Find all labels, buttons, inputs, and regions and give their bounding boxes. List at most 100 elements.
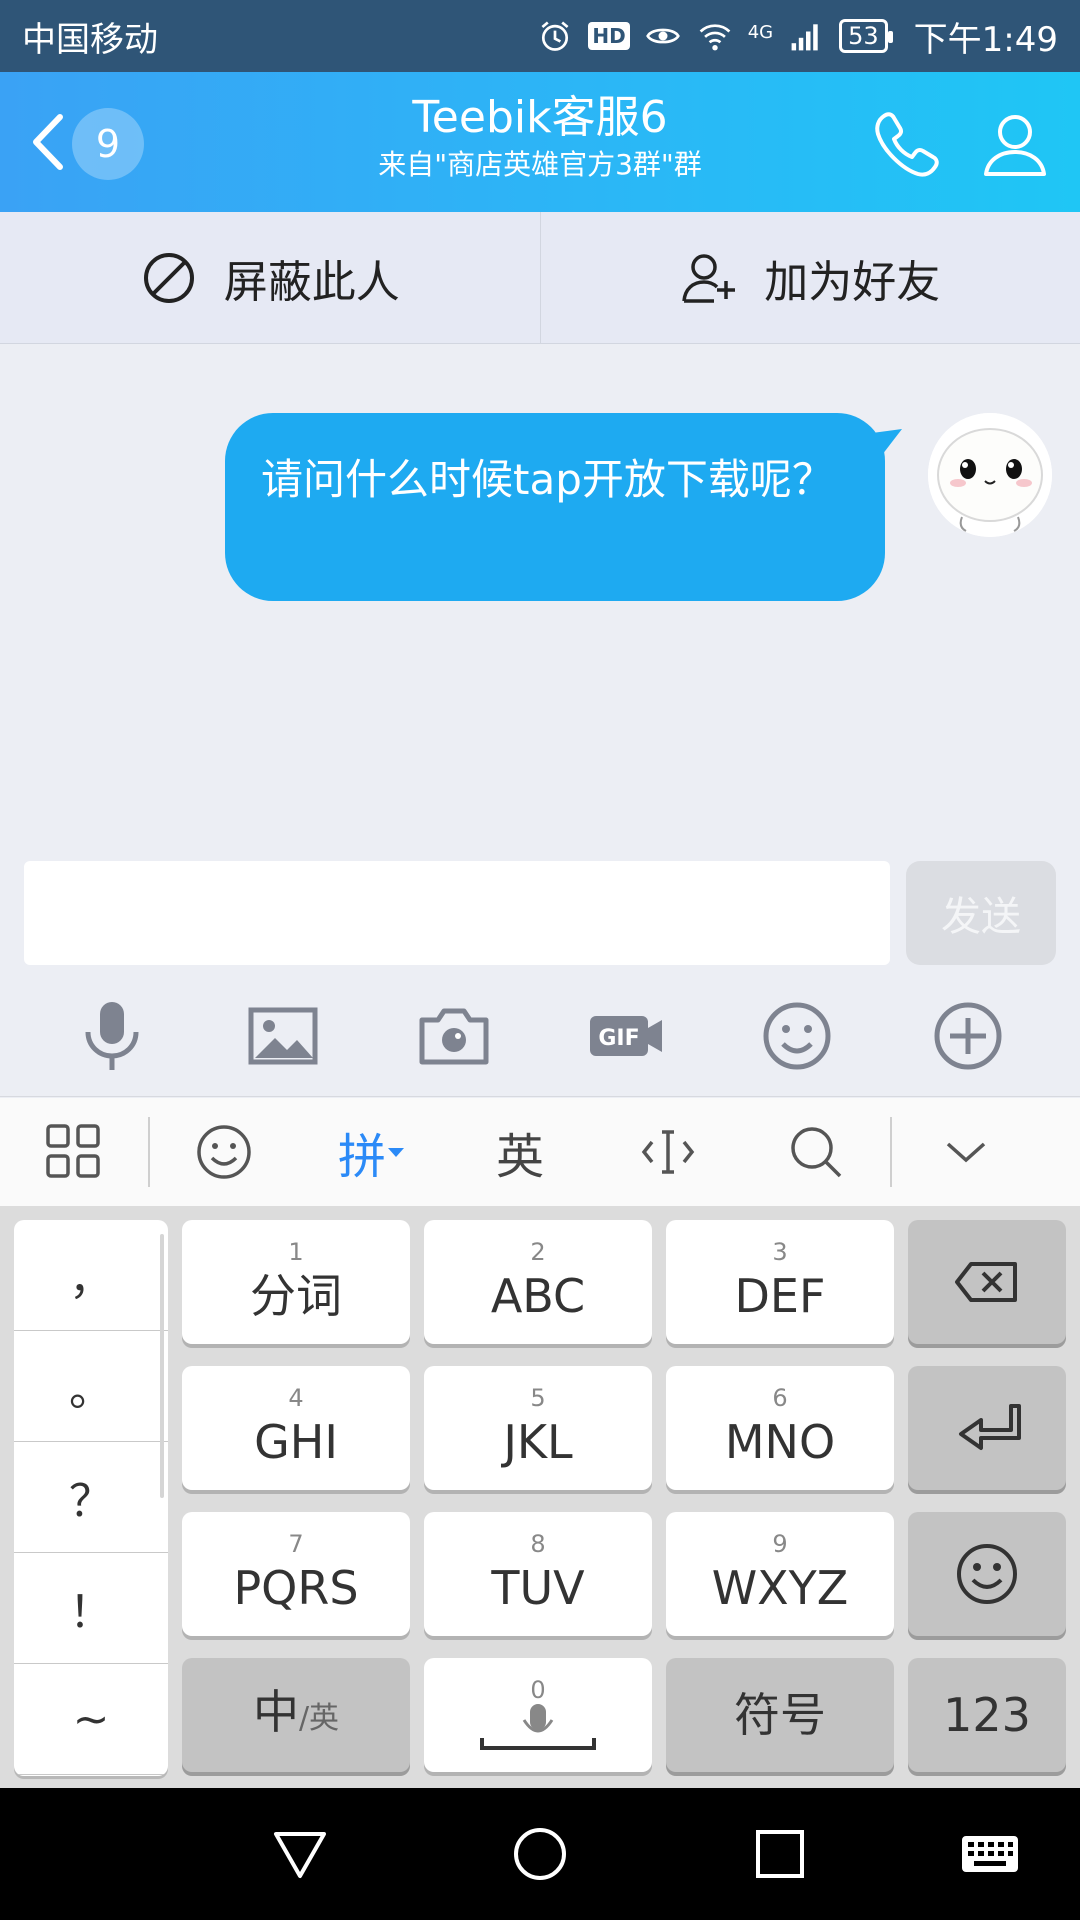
- circle-home-icon: [514, 1828, 566, 1880]
- nav-home-button[interactable]: [508, 1822, 572, 1886]
- key-number: 6: [772, 1384, 788, 1412]
- grid-icon: [46, 1124, 100, 1178]
- system-nav-bar: [0, 1788, 1080, 1920]
- more-button[interactable]: [930, 998, 1006, 1074]
- microphone-icon: [85, 1001, 139, 1070]
- punct-question-key[interactable]: ？: [14, 1442, 168, 1553]
- punct-exclaim-key[interactable]: ！: [14, 1553, 168, 1664]
- network-type: 4G: [747, 21, 774, 43]
- chat-subtitle: 来自"商店英雄官方3群"群: [378, 148, 702, 181]
- key-number: 9: [772, 1530, 788, 1558]
- hd-icon: HD: [588, 22, 630, 50]
- backspace-icon: [955, 1262, 1017, 1302]
- key-5[interactable]: 5 JKL: [424, 1366, 652, 1490]
- unread-count-badge[interactable]: 9: [72, 108, 144, 180]
- enter-key[interactable]: [908, 1366, 1066, 1490]
- phone-call-button[interactable]: [870, 108, 944, 182]
- emoji-button[interactable]: [759, 998, 835, 1074]
- ime-hide-button[interactable]: [892, 1098, 1040, 1206]
- block-user-label: 屏蔽此人: [223, 256, 400, 308]
- english-label: 英: [495, 1129, 544, 1185]
- key-7[interactable]: 7 PQRS: [182, 1512, 410, 1636]
- lang-main: 中: [252, 1684, 299, 1739]
- backspace-key[interactable]: [908, 1220, 1066, 1344]
- gif-icon: GIF: [589, 1015, 662, 1056]
- block-icon: [143, 252, 194, 303]
- plus-circle-icon: [934, 1002, 1002, 1069]
- lang-sub: /英: [298, 1700, 340, 1736]
- key-1[interactable]: 1 分词: [182, 1220, 410, 1344]
- camera-icon: [419, 1008, 489, 1064]
- photo-button[interactable]: [245, 998, 321, 1074]
- chat-title: Teebik客服6: [412, 92, 668, 143]
- key-number: 3: [772, 1238, 788, 1266]
- t9-keyboard: ， 。 ？ ！ ~ 1 分词 2 ABC 3 DEF 4 GHI 5 JKL 6…: [0, 1206, 1080, 1788]
- space-key[interactable]: 0: [424, 1658, 652, 1772]
- key-label: PQRS: [233, 1561, 359, 1615]
- key-label: WXYZ: [711, 1561, 849, 1615]
- stranger-action-bar: 屏蔽此人 加为好友: [0, 212, 1080, 344]
- ime-english-button[interactable]: 英: [446, 1098, 594, 1206]
- numbers-key[interactable]: 123: [908, 1658, 1066, 1772]
- key-label: 分词: [250, 1269, 342, 1323]
- bubble-tail: [872, 429, 902, 455]
- numbers-label: 123: [943, 1688, 1031, 1742]
- message-input[interactable]: [24, 861, 890, 965]
- camera-button[interactable]: [416, 998, 492, 1074]
- keyboard-emoji-key[interactable]: [908, 1512, 1066, 1636]
- symbols-label: 符号: [734, 1688, 826, 1742]
- ime-search-button[interactable]: [742, 1098, 890, 1206]
- key-label: JKL: [503, 1415, 573, 1469]
- key-8[interactable]: 8 TUV: [424, 1512, 652, 1636]
- gif-button[interactable]: GIF: [588, 998, 664, 1074]
- punct-comma-key[interactable]: ，: [14, 1220, 168, 1331]
- chevron-down-icon: [946, 1142, 986, 1163]
- key-label: MNO: [724, 1415, 836, 1469]
- add-friend-button[interactable]: 加为好友: [539, 212, 1080, 343]
- profile-button[interactable]: [978, 108, 1052, 182]
- key-4[interactable]: 4 GHI: [182, 1366, 410, 1490]
- battery-indicator: 53: [839, 19, 893, 53]
- nav-keyboard-button[interactable]: [958, 1822, 1022, 1886]
- block-user-button[interactable]: 屏蔽此人: [0, 212, 540, 343]
- lang-toggle-label: 中/英: [253, 1682, 339, 1749]
- search-icon: [791, 1127, 842, 1178]
- key-9[interactable]: 9 WXYZ: [666, 1512, 894, 1636]
- signal-icon: [787, 17, 825, 55]
- send-button[interactable]: 发送: [906, 861, 1056, 965]
- eye-icon: [644, 17, 682, 55]
- key-number: 1: [288, 1238, 304, 1266]
- lang-toggle-key[interactable]: 中/英: [182, 1658, 410, 1772]
- punct-tilde-key[interactable]: ~: [14, 1664, 168, 1775]
- add-friend-label: 加为好友: [764, 256, 941, 308]
- avatar-image: [928, 413, 1052, 537]
- image-icon: [248, 1007, 318, 1064]
- wifi-icon: [696, 17, 734, 55]
- status-bar: 中国移动 HD 4G 53 下午1:49: [0, 0, 1080, 72]
- message-bubble-outgoing[interactable]: 请问什么时候tap开放下载呢？: [225, 413, 885, 601]
- nav-recents-button[interactable]: [748, 1822, 812, 1886]
- composer: 发送: [0, 845, 1080, 975]
- smiley-icon: [763, 1002, 831, 1069]
- ime-emoji-button[interactable]: [150, 1098, 298, 1206]
- key-2[interactable]: 2 ABC: [424, 1220, 652, 1344]
- voice-button[interactable]: [74, 998, 150, 1074]
- key-6[interactable]: 6 MNO: [666, 1366, 894, 1490]
- key-number: 7: [288, 1530, 304, 1558]
- nav-back-button[interactable]: [268, 1822, 332, 1886]
- key-3[interactable]: 3 DEF: [666, 1220, 894, 1344]
- key-label: GHI: [254, 1415, 338, 1469]
- ime-cursor-button[interactable]: [594, 1098, 742, 1206]
- ime-menu-button[interactable]: [0, 1098, 148, 1206]
- person-icon: [984, 115, 1046, 176]
- triangle-back-icon: [274, 1832, 326, 1878]
- enter-icon: [959, 1404, 1021, 1450]
- key-label: ABC: [490, 1269, 586, 1323]
- avatar[interactable]: [928, 413, 1052, 537]
- space-mic-icon: [480, 1704, 596, 1750]
- punctuation-column[interactable]: ， 。 ？ ！ ~: [14, 1220, 168, 1776]
- symbols-key[interactable]: 符号: [666, 1658, 894, 1772]
- punct-period-key[interactable]: 。: [14, 1331, 168, 1442]
- message-list[interactable]: 请问什么时候tap开放下载呢？: [0, 345, 1080, 845]
- ime-pinyin-button[interactable]: 拼: [298, 1098, 446, 1206]
